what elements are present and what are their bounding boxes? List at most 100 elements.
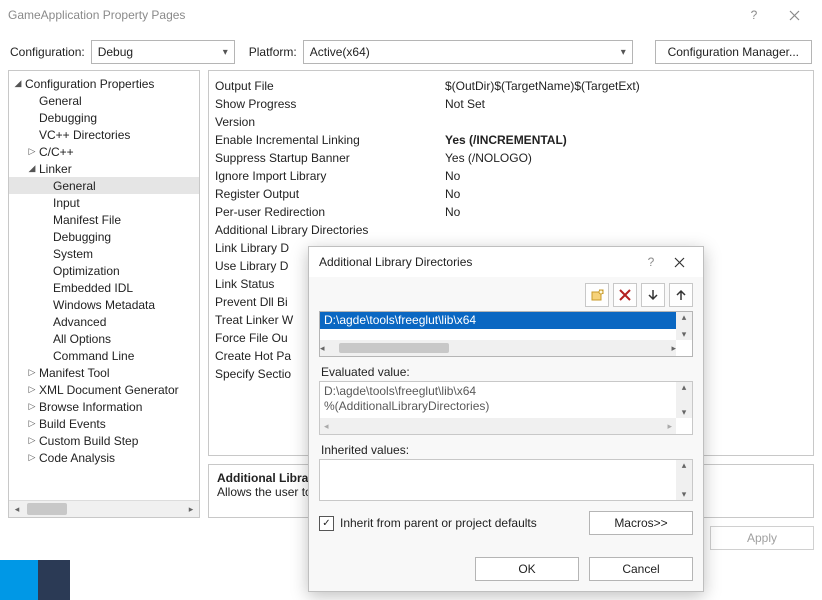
close-icon[interactable] xyxy=(774,0,814,30)
dialog-cancel-button[interactable]: Cancel xyxy=(589,557,693,581)
tree-item[interactable]: Command Line xyxy=(9,347,199,364)
dialog-help-icon[interactable]: ? xyxy=(637,247,665,277)
move-down-icon[interactable] xyxy=(641,283,665,307)
listbox-hscrollbar[interactable]: ◂▸ xyxy=(320,340,676,356)
dialog-titlebar: Additional Library Directories ? xyxy=(309,247,703,277)
tree-item-label: System xyxy=(53,247,93,261)
tree-item[interactable]: All Options xyxy=(9,330,199,347)
collapsed-caret-icon[interactable]: ▷ xyxy=(25,401,39,412)
evaluated-line: D:\agde\tools\freeglut\lib\x64 xyxy=(324,384,688,399)
tree-item[interactable]: ▷Manifest Tool xyxy=(9,364,199,381)
property-row[interactable]: Additional Library Directories xyxy=(215,221,807,239)
collapsed-caret-icon[interactable]: ▷ xyxy=(25,146,39,157)
configuration-combo[interactable]: Debug ▾ xyxy=(91,40,235,64)
tree-item[interactable]: Debugging xyxy=(9,228,199,245)
tree-item-label: Browse Information xyxy=(39,400,142,414)
inherit-checkbox[interactable]: ✓ xyxy=(319,516,334,531)
scroll-left-icon[interactable]: ◂ xyxy=(9,501,25,517)
property-value[interactable]: No xyxy=(445,205,807,219)
inherited-label: Inherited values: xyxy=(309,435,703,459)
tree-item-label: Manifest Tool xyxy=(39,366,109,380)
macros-button[interactable]: Macros>> xyxy=(589,511,693,535)
property-name: Ignore Import Library xyxy=(215,169,445,183)
expanded-caret-icon[interactable]: ◢ xyxy=(25,163,39,174)
property-value[interactable]: Not Set xyxy=(445,97,807,111)
tree-item[interactable]: ◢Linker xyxy=(9,160,199,177)
tree-item[interactable]: Optimization xyxy=(9,262,199,279)
directory-entry[interactable]: D:\agde\tools\freeglut\lib\x64 xyxy=(320,312,692,329)
property-value[interactable]: No xyxy=(445,187,807,201)
property-name: Enable Incremental Linking xyxy=(215,133,445,147)
configuration-manager-button[interactable]: Configuration Manager... xyxy=(655,40,812,64)
eval-vscrollbar[interactable]: ▴▾ xyxy=(676,382,692,418)
tree-item[interactable]: Debugging xyxy=(9,109,199,126)
property-value[interactable]: Yes (/INCREMENTAL) xyxy=(445,133,807,147)
property-row[interactable]: Per-user RedirectionNo xyxy=(215,203,807,221)
tree-item[interactable]: ◢Configuration Properties xyxy=(9,75,199,92)
tree-item[interactable]: VC++ Directories xyxy=(9,126,199,143)
property-value[interactable]: Yes (/NOLOGO) xyxy=(445,151,807,165)
nav-tree[interactable]: ◢Configuration PropertiesGeneralDebuggin… xyxy=(8,70,200,518)
tree-item[interactable]: ▷Code Analysis xyxy=(9,449,199,466)
property-name: Additional Library Directories xyxy=(215,223,445,237)
property-row[interactable]: Show ProgressNot Set xyxy=(215,95,807,113)
tree-item-label: General xyxy=(53,179,96,193)
dialog-ok-button[interactable]: OK xyxy=(475,557,579,581)
property-value[interactable]: $(OutDir)$(TargetName)$(TargetExt) xyxy=(445,79,807,93)
inh-vscrollbar[interactable]: ▴▾ xyxy=(676,460,692,500)
tree-item[interactable]: Embedded IDL xyxy=(9,279,199,296)
move-up-icon[interactable] xyxy=(669,283,693,307)
delete-icon[interactable] xyxy=(613,283,637,307)
chevron-down-icon: ▾ xyxy=(621,47,626,58)
help-icon[interactable]: ? xyxy=(734,0,774,30)
property-row[interactable]: Register OutputNo xyxy=(215,185,807,203)
tree-item[interactable]: Windows Metadata xyxy=(9,296,199,313)
property-name: Per-user Redirection xyxy=(215,205,445,219)
tree-item[interactable]: Manifest File xyxy=(9,211,199,228)
eval-hscrollbar[interactable]: ◂▸ xyxy=(320,418,676,434)
tree-item[interactable]: Input xyxy=(9,194,199,211)
directories-listbox[interactable]: D:\agde\tools\freeglut\lib\x64 ▴▾ ◂▸ xyxy=(319,311,693,357)
tree-item[interactable]: ▷C/C++ xyxy=(9,143,199,160)
tree-item[interactable]: ▷Custom Build Step xyxy=(9,432,199,449)
property-value[interactable]: No xyxy=(445,169,807,183)
configuration-label: Configuration: xyxy=(10,45,85,59)
property-row[interactable]: Enable Incremental LinkingYes (/INCREMEN… xyxy=(215,131,807,149)
scroll-right-icon[interactable]: ▸ xyxy=(183,501,199,517)
tree-item[interactable]: General xyxy=(9,92,199,109)
tree-item[interactable]: ▷XML Document Generator xyxy=(9,381,199,398)
collapsed-caret-icon[interactable]: ▷ xyxy=(25,435,39,446)
property-row[interactable]: Ignore Import LibraryNo xyxy=(215,167,807,185)
tree-item[interactable]: ▷Browse Information xyxy=(9,398,199,415)
property-row[interactable]: Version xyxy=(215,113,807,131)
tree-item[interactable]: General xyxy=(9,177,199,194)
listbox-vscrollbar[interactable]: ▴▾ xyxy=(676,312,692,340)
tree-item[interactable]: ▷Build Events xyxy=(9,415,199,432)
evaluated-box: D:\agde\tools\freeglut\lib\x64 %(Additio… xyxy=(319,381,693,435)
tree-item-label: Windows Metadata xyxy=(53,298,155,312)
tree-item[interactable]: Advanced xyxy=(9,313,199,330)
titlebar: GameApplication Property Pages ? xyxy=(0,0,822,30)
property-row[interactable]: Output File$(OutDir)$(TargetName)$(Targe… xyxy=(215,77,807,95)
collapsed-caret-icon[interactable]: ▷ xyxy=(25,452,39,463)
additional-library-directories-dialog: Additional Library Directories ? D:\agde… xyxy=(308,246,704,592)
property-row[interactable]: Suppress Startup BannerYes (/NOLOGO) xyxy=(215,149,807,167)
new-line-icon[interactable] xyxy=(585,283,609,307)
collapsed-caret-icon[interactable]: ▷ xyxy=(25,367,39,378)
apply-button[interactable]: Apply xyxy=(710,526,814,550)
expanded-caret-icon[interactable]: ◢ xyxy=(11,78,25,89)
property-name: Suppress Startup Banner xyxy=(215,151,445,165)
tree-item-label: Custom Build Step xyxy=(39,434,138,448)
collapsed-caret-icon[interactable]: ▷ xyxy=(25,418,39,429)
inherited-box: ▴▾ xyxy=(319,459,693,501)
taskbar-stub xyxy=(0,560,70,600)
tree-item-label: VC++ Directories xyxy=(39,128,130,142)
platform-combo[interactable]: Active(x64) ▾ xyxy=(303,40,633,64)
tree-hscrollbar[interactable]: ◂ ▸ xyxy=(9,500,199,517)
tree-item-label: Manifest File xyxy=(53,213,121,227)
tree-item[interactable]: System xyxy=(9,245,199,262)
collapsed-caret-icon[interactable]: ▷ xyxy=(25,384,39,395)
tree-item-label: C/C++ xyxy=(39,145,74,159)
dialog-close-icon[interactable] xyxy=(665,247,693,277)
tree-item-label: Debugging xyxy=(53,230,111,244)
